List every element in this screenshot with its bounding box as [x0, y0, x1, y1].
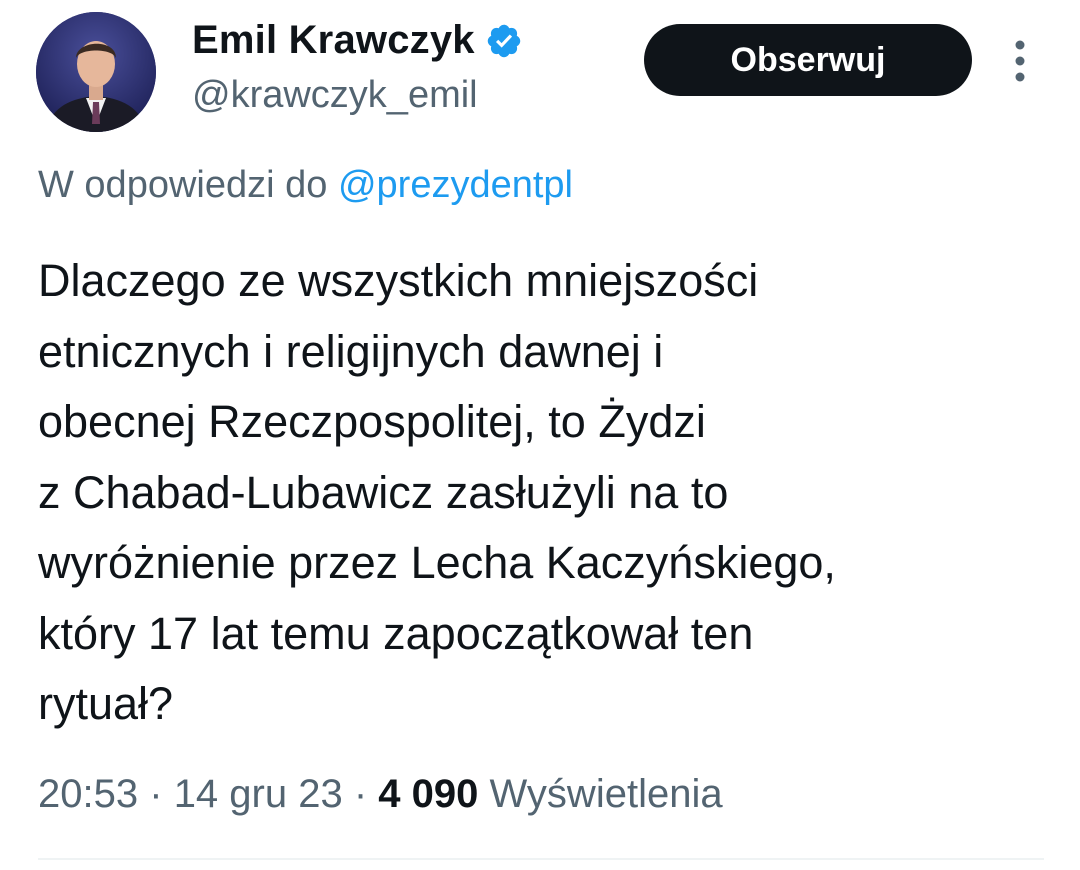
tweet-text-line: wyróżnienie przez Lecha Kaczyńskiego, [38, 537, 836, 588]
reply-mention-link[interactable]: @prezydentpl [338, 164, 573, 206]
tweet-text: Dlaczego ze wszystkich mniejszości etnic… [38, 246, 1048, 740]
follow-button[interactable]: Obserwuj [644, 24, 972, 96]
tweet-text-line: rytuał? [38, 678, 174, 729]
meta-separator: · [353, 772, 368, 816]
divider [38, 858, 1044, 860]
tweet-time[interactable]: 20:53 [38, 772, 138, 816]
tweet-text-line: który 17 lat temu zapoczątkował ten [38, 607, 754, 659]
avatar[interactable] [36, 12, 156, 132]
tweet-text-line: z Chabad-Lubawicz zasłużyli na to [38, 466, 729, 518]
tweet-text-line: obecnej Rzeczpospolitej, to Żydzi [38, 396, 706, 447]
tweet-text-line: etnicznych i religijnych dawnej i [38, 325, 664, 377]
author-handle[interactable]: @krawczyk_emil [192, 74, 478, 117]
tweet-date[interactable]: 14 gru 23 [174, 772, 343, 816]
verified-badge-icon[interactable] [485, 22, 523, 60]
tweet-text-line: Dlaczego ze wszystkich mniejszości [38, 255, 759, 306]
views-label[interactable]: Wyświetlenia [490, 772, 723, 816]
avatar-image [36, 12, 156, 132]
views-count[interactable]: 4 090 [378, 772, 478, 816]
tweet-meta: 20:53 · 14 gru 23 · 4 090 Wyświetlenia [38, 772, 723, 817]
reply-context: W odpowiedzi do @prezydentpl [38, 164, 573, 207]
reply-prefix: W odpowiedzi do [38, 164, 328, 206]
meta-separator: · [149, 772, 163, 816]
more-vertical-icon[interactable] [1008, 38, 1032, 84]
author-name-row: Emil Krawczyk [192, 18, 523, 63]
author-display-name[interactable]: Emil Krawczyk [192, 18, 475, 63]
